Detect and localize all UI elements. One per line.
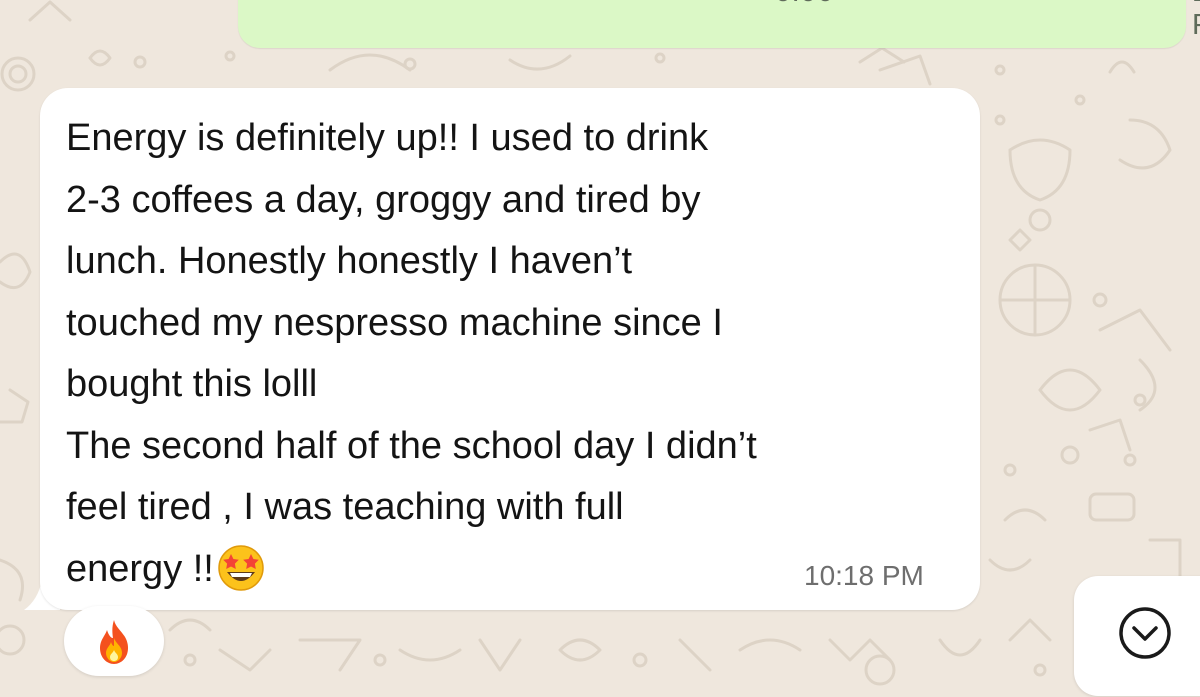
scroll-to-bottom-button[interactable] bbox=[1074, 576, 1200, 696]
chevron-down-icon bbox=[1119, 607, 1171, 659]
message-line: energy !! bbox=[66, 547, 214, 590]
star-struck-emoji-icon bbox=[218, 544, 264, 591]
message-text: Energy is definitely up!! I used to drin… bbox=[66, 108, 946, 600]
message-line: The second half of the school day I didn… bbox=[66, 424, 757, 467]
message-line: lunch. Honestly honestly I haven’t bbox=[66, 240, 633, 282]
message-timestamp: 10:12 PM bbox=[1192, 0, 1200, 42]
message-line: Energy is definitely up!! I used to drin… bbox=[66, 117, 709, 159]
message-line: touched my nespresso machine since I bbox=[66, 301, 723, 344]
fire-emoji-icon bbox=[100, 620, 128, 664]
incoming-text-message[interactable]: Energy is definitely up!! I used to drin… bbox=[40, 88, 980, 610]
message-reaction[interactable] bbox=[64, 606, 164, 676]
message-line: feel tired , I was teaching with full bbox=[66, 486, 624, 528]
chat-window: 0:06 10:12 PM Energy is definitely up!! … bbox=[0, 0, 1200, 697]
message-timestamp: 10:18 PM bbox=[804, 560, 924, 591]
message-line: bought this lolll bbox=[66, 363, 318, 405]
voice-duration: 0:06 bbox=[775, 0, 833, 9]
outgoing-voice-message[interactable]: 0:06 10:12 PM bbox=[238, 0, 1200, 48]
message-line: 2-3 coffees a day, groggy and tired by bbox=[66, 178, 701, 221]
